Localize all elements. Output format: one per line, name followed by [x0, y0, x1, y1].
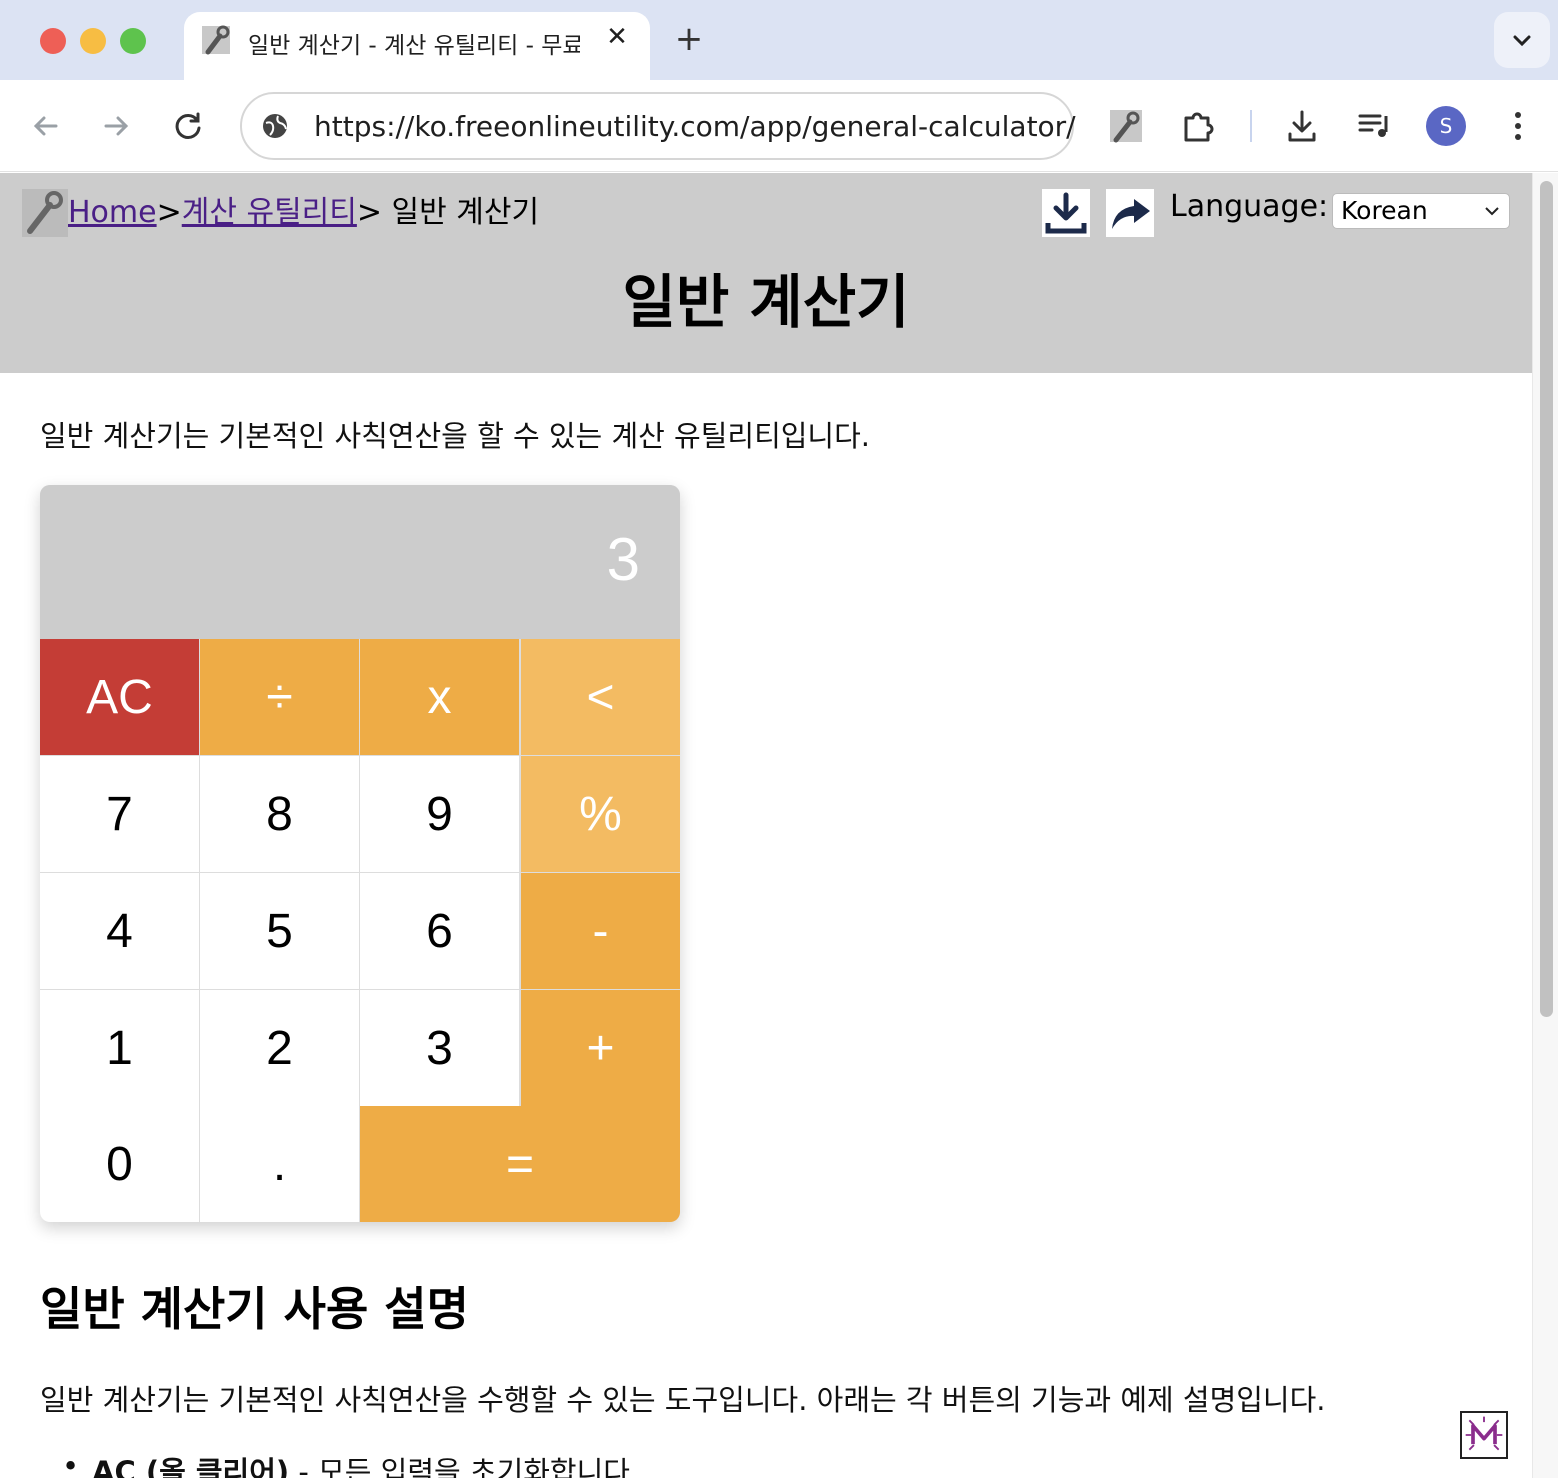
list-item: AC (올 클리어) - 모든 입력을 초기화합니다. — [62, 1449, 640, 1478]
back-arrow-icon[interactable] — [26, 106, 66, 146]
breadcrumb-category-link[interactable]: 계산 유틸리티 — [182, 195, 357, 230]
breadcrumb: Home>계산 유틸리티> 일반 계산기 — [68, 187, 539, 231]
share-icon[interactable] — [1106, 189, 1154, 237]
digit-9-button[interactable]: 9 — [360, 756, 519, 872]
reload-icon[interactable] — [168, 106, 208, 146]
close-window-button[interactable] — [40, 28, 66, 54]
calculator-display: 3 — [40, 485, 680, 639]
list-item-text: - 모든 입력을 초기화합니다. — [289, 1455, 640, 1478]
percent-button[interactable]: % — [521, 756, 680, 872]
page-title: 일반 계산기 — [622, 268, 910, 336]
tab-search-button[interactable] — [1494, 12, 1550, 68]
digit-5-button[interactable]: 5 — [200, 873, 359, 989]
digit-6-button[interactable]: 6 — [360, 873, 519, 989]
chevron-down-icon — [1485, 207, 1499, 216]
wrench-extension-icon[interactable] — [1106, 106, 1146, 146]
chevron-down-icon — [1513, 35, 1531, 47]
address-bar[interactable]: https://ko.freeonlineutility.com/app/gen… — [240, 92, 1076, 160]
calculator: 3 AC ÷ x < 7 8 9 % 4 5 6 - 1 2 3 + 0 . = — [40, 485, 680, 1222]
browser-window: 일반 계산기 - 계산 유틸리티 - 무료 ✕ + https://ko.fre — [0, 0, 1558, 1478]
media-playlist-icon[interactable] — [1354, 106, 1394, 146]
wrench-icon — [202, 25, 230, 55]
language-select[interactable]: Korean — [1332, 193, 1510, 229]
download-app-icon[interactable] — [1042, 189, 1090, 237]
active-tab[interactable]: 일반 계산기 - 계산 유틸리티 - 무료 ✕ — [184, 12, 650, 82]
decimal-button[interactable]: . — [200, 1106, 359, 1222]
divide-button[interactable]: ÷ — [200, 639, 359, 755]
page-header: Home>계산 유틸리티> 일반 계산기 Language: Korean 일반… — [0, 173, 1532, 373]
digit-2-button[interactable]: 2 — [200, 990, 359, 1106]
digit-8-button[interactable]: 8 — [200, 756, 359, 872]
extensions-puzzle-icon[interactable] — [1178, 106, 1218, 146]
tab-close-icon[interactable]: ✕ — [602, 22, 632, 52]
usage-section-title: 일반 계산기 사용 설명 — [40, 1282, 469, 1336]
multiply-button[interactable]: x — [360, 639, 519, 755]
wrench-logo-icon — [22, 189, 68, 237]
digit-3-button[interactable]: 3 — [360, 990, 519, 1106]
equals-button[interactable]: = — [360, 1106, 680, 1222]
display-value: 3 — [606, 526, 640, 593]
all-clear-button[interactable]: AC — [40, 639, 199, 755]
usage-description: 일반 계산기는 기본적인 사칙연산을 수행할 수 있는 도구입니다. 아래는 각… — [40, 1383, 1326, 1417]
profile-avatar[interactable]: S — [1426, 106, 1466, 146]
breadcrumb-current: > 일반 계산기 — [356, 195, 540, 230]
minus-button[interactable]: - — [521, 873, 680, 989]
backspace-button[interactable]: < — [521, 639, 680, 755]
new-tab-button[interactable]: + — [672, 22, 706, 56]
forward-arrow-icon[interactable] — [96, 106, 136, 146]
intro-text: 일반 계산기는 기본적인 사칙연산을 할 수 있는 계산 유틸리티입니다. — [40, 419, 871, 453]
breadcrumb-separator: > — [156, 195, 182, 230]
url-text: https://ko.freeonlineutility.com/app/gen… — [314, 110, 1076, 143]
page-content: Home>계산 유틸리티> 일반 계산기 Language: Korean 일반… — [0, 173, 1532, 1478]
list-item-term: AC (올 클리어) — [92, 1455, 290, 1478]
tab-strip: 일반 계산기 - 계산 유틸리티 - 무료 ✕ + — [0, 0, 1558, 82]
scrollbar-thumb[interactable] — [1540, 181, 1553, 1017]
browser-toolbar: https://ko.freeonlineutility.com/app/gen… — [0, 80, 1558, 172]
site-info-icon[interactable] — [260, 111, 290, 141]
download-icon[interactable] — [1282, 106, 1322, 146]
site-badge-icon[interactable] — [1460, 1411, 1508, 1459]
toolbar-separator — [1250, 110, 1252, 142]
minimize-window-button[interactable] — [80, 28, 106, 54]
tab-title: 일반 계산기 - 계산 유틸리티 - 무료 — [248, 33, 580, 59]
plus-button[interactable]: + — [521, 990, 680, 1106]
language-label: Language: — [1170, 189, 1329, 224]
digit-4-button[interactable]: 4 — [40, 873, 199, 989]
digit-0-button[interactable]: 0 — [40, 1106, 199, 1222]
digit-7-button[interactable]: 7 — [40, 756, 199, 872]
more-menu-icon[interactable] — [1498, 106, 1538, 146]
language-selected-value: Korean — [1341, 196, 1428, 225]
page-scrollbar[interactable] — [1532, 173, 1558, 1478]
breadcrumb-home-link[interactable]: Home — [68, 195, 157, 230]
digit-1-button[interactable]: 1 — [40, 990, 199, 1106]
maximize-window-button[interactable] — [120, 28, 146, 54]
